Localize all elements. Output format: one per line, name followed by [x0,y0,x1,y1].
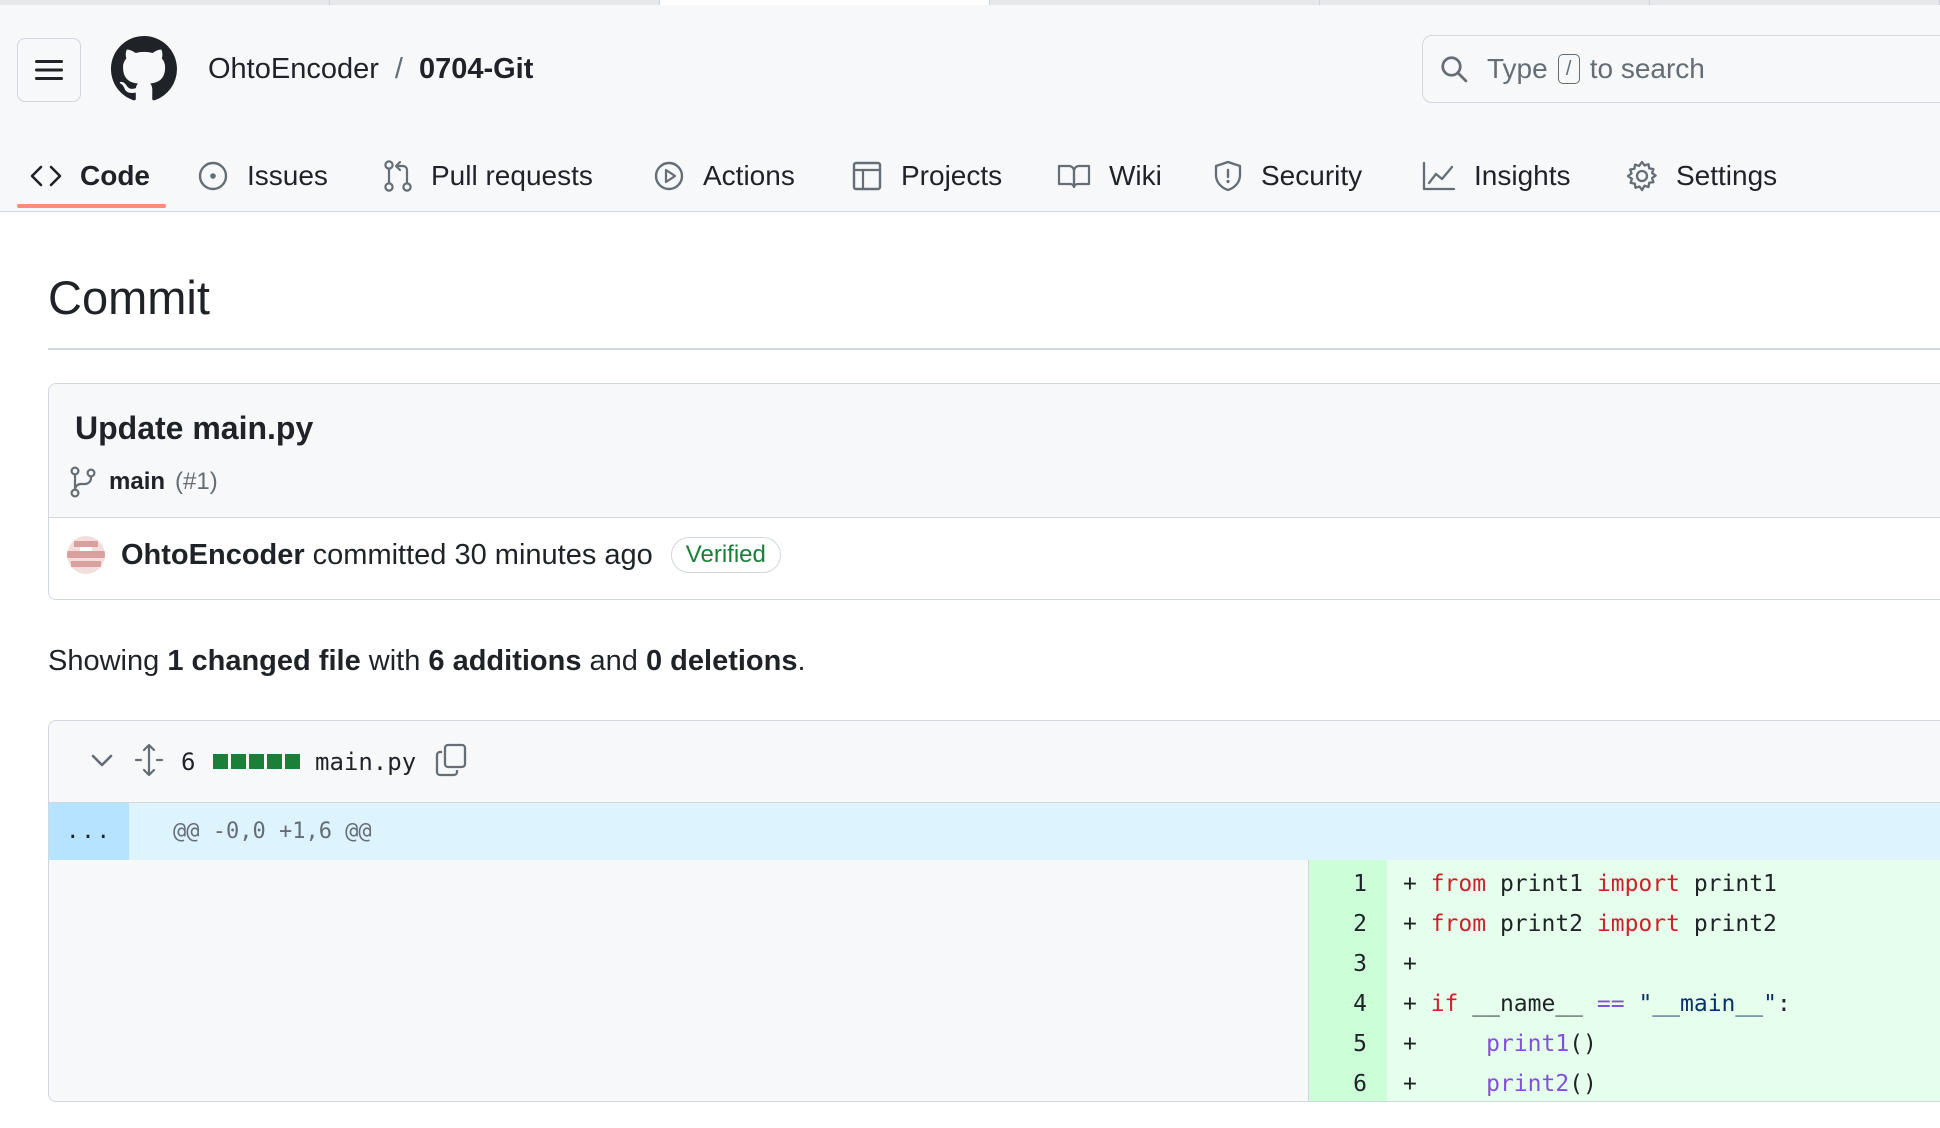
diffstat-add-block [213,754,228,769]
tab-code[interactable]: Code [30,139,150,212]
search-placeholder-prefix: Type [1487,53,1548,84]
summary-showing: Showing [48,645,160,677]
search-input[interactable]: Type / to search [1422,35,1940,103]
repo-nav: Code Issues Pull requests Actions Projec… [0,139,1940,212]
line-number[interactable]: 1 [1309,864,1387,904]
play-icon [654,161,684,190]
diff-added-line: + from print1 import print1 [1403,871,1777,897]
diffstat-add-block [285,754,300,769]
diffstat-bars [213,754,300,769]
tab-projects-label: Projects [901,159,1003,191]
summary-and: and [589,645,638,677]
summary-deletions: 0 deletions [646,645,798,677]
tab-security[interactable]: Security [1213,139,1362,212]
branch-info: main (#1) [69,466,218,498]
branch-name-link[interactable]: main [109,468,165,496]
hunk-header: ... @@ -0,0 +1,6 @@ [49,803,1940,860]
code-column: + from print1 import print1 + from print2… [1387,860,1940,1101]
diff-added-line: + if __name__ == "__main__": [1403,991,1791,1017]
diff-added-line: + [1403,951,1417,977]
search-placeholder-suffix: to search [1589,53,1705,84]
expand-hunk-button[interactable]: ... [49,803,129,860]
tab-insights[interactable]: Insights [1422,139,1571,212]
commit-card: Update main.py main (#1) OhtoEncoder com… [48,383,1940,600]
issue-icon [198,161,228,190]
avatar[interactable] [67,536,105,574]
commit-message: Update main.py [75,410,314,446]
repo-owner-link[interactable]: OhtoEncoder [208,49,379,89]
github-logo-icon[interactable] [111,36,177,102]
summary-additions: 6 additions [428,645,582,677]
search-shortcut-key: / [1557,54,1580,84]
tab-actions-label: Actions [703,159,795,191]
tab-pull-requests-label: Pull requests [431,159,593,191]
tab-projects[interactable]: Projects [851,139,1002,212]
hamburger-icon [35,60,63,80]
verified-badge[interactable]: Verified [670,537,781,573]
pull-request-icon [384,159,412,192]
commit-header: Update main.py main (#1) [49,384,1940,518]
unfold-icon[interactable] [134,743,164,777]
line-number[interactable]: 3 [1309,944,1387,984]
file-diff: 6 main.py ... @@ -0,0 +1,6 @@ 123456 + f… [48,720,1940,1102]
line-number[interactable]: 2 [1309,904,1387,944]
commit-time: committed 30 minutes ago [312,538,653,571]
gear-icon [1626,160,1657,191]
line-number[interactable]: 5 [1309,1024,1387,1064]
tab-pull-requests[interactable]: Pull requests [383,139,593,212]
tab-security-label: Security [1261,159,1363,191]
file-diff-header: 6 main.py [49,721,1940,803]
menu-button[interactable] [17,38,81,102]
tab-insights-label: Insights [1474,159,1571,191]
tab-issues-label: Issues [247,159,328,191]
commit-author-link[interactable]: OhtoEncoder [121,539,305,572]
diff-summary: Showing 1 changed file with 6 additions … [48,643,806,679]
hunk-range: @@ -0,0 +1,6 @@ [173,819,372,844]
search-icon [1441,56,1468,83]
summary-end: . [797,645,806,677]
book-icon [1057,164,1091,188]
code-icon [30,165,62,186]
shield-icon [1214,160,1242,191]
line-number[interactable]: 4 [1309,984,1387,1024]
file-name-link[interactable]: main.py [315,743,416,781]
summary-files: 1 changed file [167,645,361,677]
breadcrumb-separator: / [394,53,403,85]
page-title: Commit [48,271,210,324]
diff-left-pane [49,860,1309,1101]
commit-author-row: OhtoEncoder committed 30 minutes ago Ver… [67,536,781,574]
diff-added-line: + print1() [1403,1031,1597,1057]
chevron-down-icon[interactable] [89,747,115,773]
breadcrumb: OhtoEncoder / 0704-Git [208,49,533,89]
tab-code-label: Code [80,159,150,191]
tab-wiki-label: Wiki [1109,159,1162,191]
repo-header: OhtoEncoder / 0704-Git Type / to search … [0,5,1940,212]
diffstat-add-block [249,754,264,769]
line-number[interactable]: 6 [1309,1064,1387,1101]
copy-icon[interactable] [435,743,467,777]
git-branch-icon [70,466,96,498]
line-number-column: 123456 [1309,860,1387,1101]
repo-name-link[interactable]: 0704-Git [419,49,533,89]
file-change-count: 6 [181,748,196,776]
tab-settings-label: Settings [1676,159,1778,191]
diff-added-line: + from print2 import print2 [1403,911,1777,937]
tab-issues[interactable]: Issues [197,139,328,212]
active-tab-indicator [17,204,166,208]
title-divider [48,348,1940,350]
diffstat-add-block [267,754,282,769]
graph-icon [1422,161,1456,190]
pull-request-link[interactable]: (#1) [175,468,218,496]
tab-wiki[interactable]: Wiki [1057,139,1162,212]
diffstat-add-block [231,754,246,769]
table-icon [852,161,882,190]
summary-with: with [368,645,421,677]
tab-settings[interactable]: Settings [1626,139,1777,212]
diff-added-line: + print2() [1403,1071,1597,1097]
tab-actions[interactable]: Actions [653,139,795,212]
